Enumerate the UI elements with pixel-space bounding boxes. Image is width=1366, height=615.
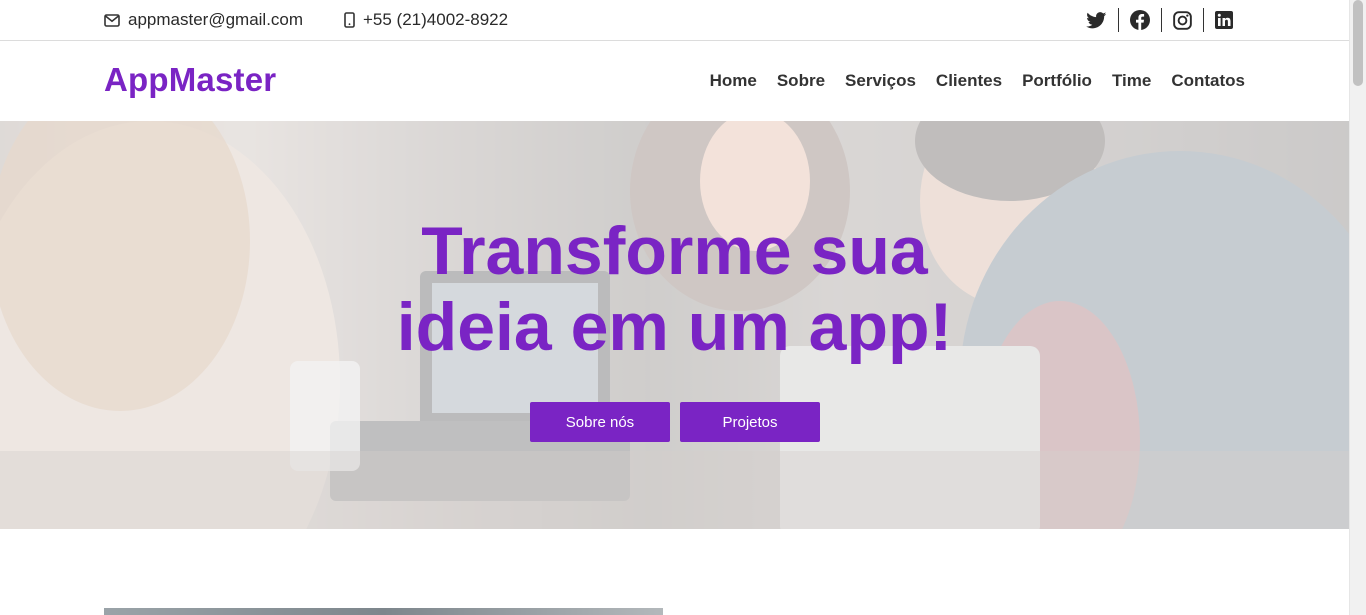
- contact-phone[interactable]: +55 (21)4002-8922: [344, 0, 508, 40]
- projetos-button[interactable]: Projetos: [680, 402, 820, 442]
- nav-portfolio[interactable]: Portfólio: [1022, 71, 1092, 91]
- social-links: [1086, 8, 1233, 32]
- contact-email-text: appmaster@gmail.com: [128, 10, 304, 29]
- sobre-nos-button[interactable]: Sobre nós: [530, 402, 670, 442]
- nav-menu: Home Sobre Serviços Clientes Portfólio T…: [690, 41, 1245, 121]
- main-navbar: AppMaster Home Sobre Serviços Clientes P…: [0, 41, 1349, 121]
- hero-section: Transforme sua ideia em um app! Sobre nó…: [0, 121, 1349, 529]
- nav-time[interactable]: Time: [1112, 71, 1151, 91]
- instagram-icon[interactable]: [1161, 8, 1203, 32]
- twitter-icon[interactable]: [1086, 8, 1118, 32]
- top-contact-bar: appmaster@gmail.com +55 (21)4002-8922: [0, 0, 1349, 41]
- facebook-icon[interactable]: [1118, 8, 1161, 32]
- hero-title: Transforme sua ideia em um app!: [0, 213, 1349, 365]
- nav-home[interactable]: Home: [710, 71, 757, 91]
- nav-clientes[interactable]: Clientes: [936, 71, 1002, 91]
- hero-buttons: Sobre nós Projetos: [530, 402, 830, 442]
- contact-phone-text: +55 (21)4002-8922: [363, 10, 509, 29]
- page-scrollbar[interactable]: [1349, 0, 1366, 615]
- hero-title-line2: ideia em um app!: [396, 289, 953, 365]
- scrollbar-thumb[interactable]: [1353, 0, 1363, 86]
- nav-servicos[interactable]: Serviços: [845, 71, 916, 91]
- envelope-icon: [104, 13, 120, 27]
- next-section-image: [104, 608, 663, 615]
- nav-contatos[interactable]: Contatos: [1171, 71, 1245, 91]
- contact-email[interactable]: appmaster@gmail.com: [104, 0, 303, 40]
- hero-title-line1: Transforme sua: [421, 213, 928, 289]
- mobile-phone-icon: [344, 12, 355, 28]
- nav-sobre[interactable]: Sobre: [777, 71, 825, 91]
- linkedin-icon[interactable]: [1203, 8, 1233, 32]
- brand-logo[interactable]: AppMaster: [104, 61, 276, 99]
